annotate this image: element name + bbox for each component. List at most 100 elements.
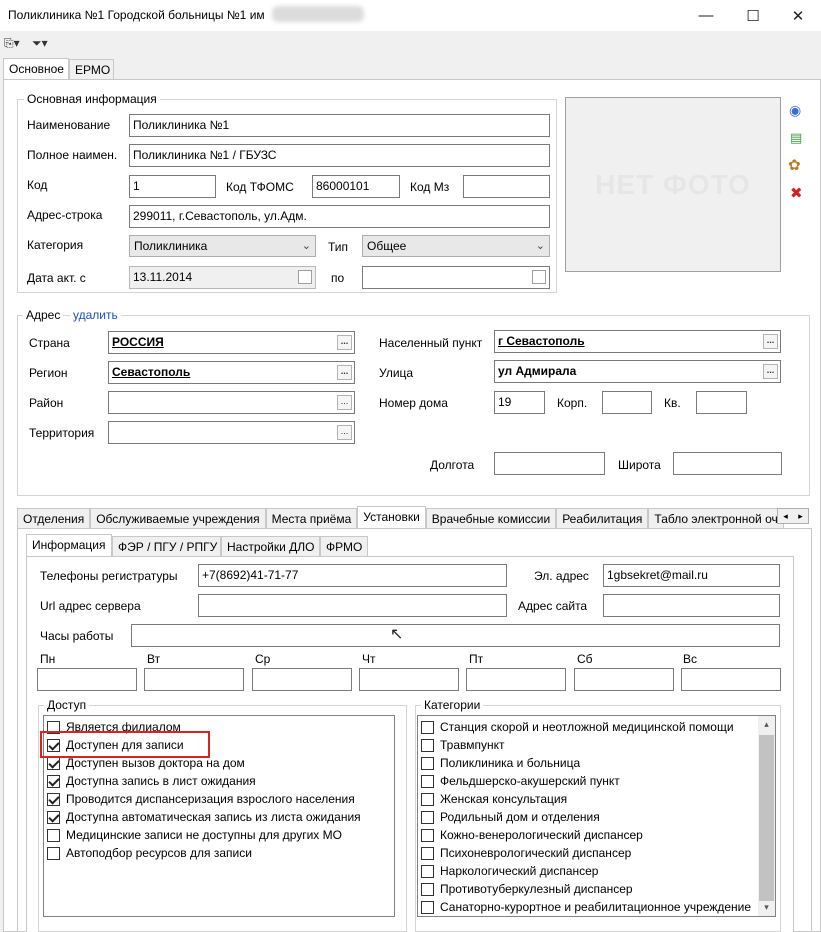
- camera-icon[interactable]: ◉: [789, 102, 801, 119]
- latitude-field[interactable]: [673, 452, 782, 475]
- region-field[interactable]: Севастополь ...: [108, 361, 355, 384]
- tab-rehabilitation[interactable]: Реабилитация: [556, 508, 649, 528]
- territory-field[interactable]: ...: [108, 421, 355, 444]
- list-item[interactable]: Санаторно-курортное и реабилитационное у…: [421, 898, 775, 916]
- tab-medical-commissions[interactable]: Врачебные комиссии: [425, 508, 557, 528]
- list-item[interactable]: Проводится диспансеризация взрослого нас…: [47, 790, 394, 808]
- scroll-down-icon[interactable]: ▾: [758, 899, 775, 916]
- mz-field[interactable]: [463, 175, 550, 198]
- email-field[interactable]: 1gbsekret@mail.ru: [603, 564, 780, 587]
- checkbox-category[interactable]: [421, 882, 434, 896]
- delete-address-link[interactable]: удалить: [70, 308, 121, 322]
- hours-wed-field[interactable]: [252, 668, 352, 691]
- house-field[interactable]: 19: [494, 391, 545, 414]
- list-item[interactable]: Автоподбор ресурсов для записи: [47, 844, 394, 862]
- district-field[interactable]: ...: [108, 391, 355, 414]
- list-item[interactable]: Наркологический диспансер: [421, 862, 775, 880]
- hours-sun-field[interactable]: [681, 668, 781, 691]
- maximize-button[interactable]: ☐: [730, 0, 776, 31]
- checkbox-category[interactable]: [421, 774, 434, 788]
- subtab-info[interactable]: Информация: [26, 534, 112, 556]
- list-item[interactable]: Медицинские записи не доступны для други…: [47, 826, 394, 844]
- tab-departments[interactable]: Отделения: [17, 508, 91, 528]
- checkbox-category[interactable]: [421, 792, 434, 806]
- longitude-field[interactable]: [494, 452, 605, 475]
- close-button[interactable]: ✕: [775, 0, 821, 31]
- tfoms-field[interactable]: 86000101: [312, 175, 400, 198]
- category-select[interactable]: Поликлиника ⌄: [129, 235, 316, 257]
- date-from-field[interactable]: 13.11.2014: [129, 266, 316, 289]
- site-field[interactable]: [603, 594, 780, 617]
- list-item[interactable]: Поликлиника и больница: [421, 754, 775, 772]
- list-item[interactable]: Кожно-венерологический диспансер: [421, 826, 775, 844]
- tab-ermo[interactable]: ЕРМО: [69, 59, 114, 79]
- scroll-up-icon[interactable]: ▴: [758, 716, 775, 733]
- phones-field[interactable]: +7(8692)41-71-77: [198, 564, 507, 587]
- checkbox-category[interactable]: [421, 846, 434, 860]
- checkbox-category[interactable]: [421, 810, 434, 824]
- country-field[interactable]: РОССИЯ ...: [108, 331, 355, 354]
- palette-icon[interactable]: ✿: [788, 156, 801, 174]
- fullname-field[interactable]: Поликлиника №1 / ГБУЗС: [129, 144, 550, 167]
- scrollbar-thumb[interactable]: [759, 735, 774, 901]
- checkbox-category[interactable]: [421, 756, 434, 770]
- checkbox-category[interactable]: [421, 828, 434, 842]
- minimize-button[interactable]: —: [683, 0, 729, 31]
- date-picker-checkbox[interactable]: [532, 270, 546, 284]
- name-field[interactable]: Поликлиника №1: [129, 114, 550, 137]
- browse-button[interactable]: ...: [763, 334, 778, 349]
- kv-field[interactable]: [696, 391, 747, 414]
- type-select[interactable]: Общее ⌄: [362, 235, 550, 257]
- date-picker-checkbox[interactable]: [298, 270, 312, 284]
- checkbox-category[interactable]: [421, 720, 434, 734]
- browse-button[interactable]: ...: [337, 365, 352, 380]
- checkbox-category[interactable]: [421, 864, 434, 878]
- export-dropdown-icon[interactable]: ⎘▾: [4, 35, 20, 51]
- browse-button[interactable]: ...: [337, 425, 352, 440]
- list-item[interactable]: Станция скорой и неотложной медицинской …: [421, 718, 775, 736]
- tab-electronic-queue[interactable]: Табло электронной оч: [648, 508, 784, 528]
- settlement-field[interactable]: г Севастополь ...: [494, 330, 781, 353]
- checkbox-category[interactable]: [421, 738, 434, 752]
- browse-button[interactable]: ...: [763, 364, 778, 379]
- subtab-fer[interactable]: ФЭР / ПГУ / РПГУ: [112, 536, 221, 556]
- list-item[interactable]: Доступна автоматическая запись из листа …: [47, 808, 394, 826]
- checkbox-waiting-list[interactable]: [47, 774, 60, 788]
- list-item[interactable]: Фельдшерско-акушерский пункт: [421, 772, 775, 790]
- date-to-field[interactable]: [362, 266, 550, 289]
- checkbox-dispensary[interactable]: [47, 792, 60, 806]
- code-field[interactable]: 1: [129, 175, 216, 198]
- browse-button[interactable]: ...: [337, 395, 352, 410]
- list-item[interactable]: Доступна запись в лист ожидания: [47, 772, 394, 790]
- scroll-right-icon[interactable]: ▸: [793, 509, 808, 523]
- list-item[interactable]: Психоневрологический диспансер: [421, 844, 775, 862]
- list-item[interactable]: Женская консультация: [421, 790, 775, 808]
- hours-field[interactable]: [131, 624, 780, 647]
- list-item[interactable]: Противотуберкулезный диспансер: [421, 880, 775, 898]
- file-open-icon[interactable]: ▤: [790, 130, 802, 146]
- checkbox-auto-booking[interactable]: [47, 810, 60, 824]
- tab-main[interactable]: Основное: [3, 58, 69, 80]
- tab-reception-places[interactable]: Места приёма: [265, 508, 358, 528]
- subtab-frmo[interactable]: ФРМО: [320, 536, 368, 556]
- street-field[interactable]: ул Адмирала ...: [494, 360, 781, 383]
- categories-scrollbar[interactable]: ▴ ▾: [758, 716, 775, 916]
- list-item[interactable]: Травмпункт: [421, 736, 775, 754]
- subtab-dlo[interactable]: Настройки ДЛО: [221, 536, 320, 556]
- delete-photo-icon[interactable]: ✖: [790, 184, 803, 202]
- checkbox-category[interactable]: [421, 900, 434, 914]
- server-url-field[interactable]: [198, 594, 507, 617]
- checkbox-home-visit[interactable]: [47, 756, 60, 770]
- list-item[interactable]: Родильный дом и отделения: [421, 808, 775, 826]
- hours-tue-field[interactable]: [144, 668, 244, 691]
- address-string-field[interactable]: 299011, г.Севастополь, ул.Адм.: [129, 205, 550, 228]
- tab-served-institutions[interactable]: Обслуживаемые учреждения: [90, 508, 266, 528]
- filter-dropdown-icon[interactable]: ⏷▾: [32, 35, 48, 51]
- checkbox-records-unavailable[interactable]: [47, 828, 60, 842]
- hours-mon-field[interactable]: [37, 668, 137, 691]
- checkbox-auto-resources[interactable]: [47, 846, 60, 860]
- tab-settings[interactable]: Установки: [357, 506, 426, 528]
- hours-sat-field[interactable]: [574, 668, 674, 691]
- hours-thu-field[interactable]: [359, 668, 459, 691]
- korp-field[interactable]: [602, 391, 652, 414]
